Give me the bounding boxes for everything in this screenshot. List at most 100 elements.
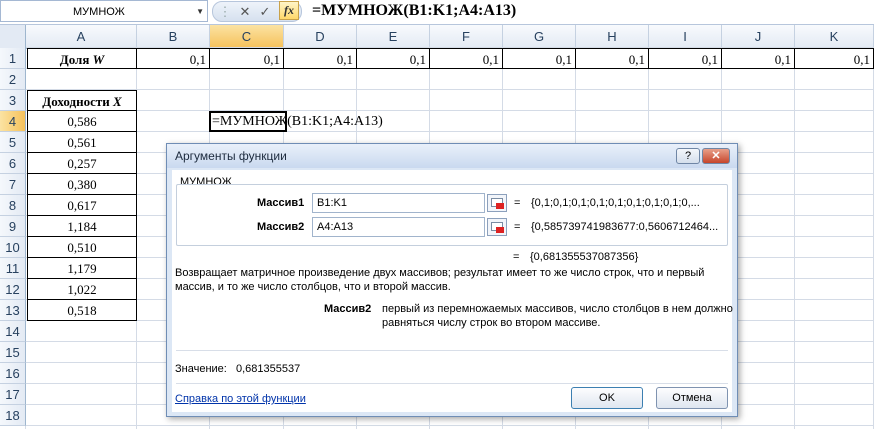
- help-link[interactable]: Справка по этой функции: [175, 393, 306, 405]
- gridline: [26, 425, 874, 426]
- cell-weight[interactable]: 0,1: [357, 48, 430, 69]
- row-header-10[interactable]: 10: [0, 237, 26, 258]
- help-button[interactable]: ?: [676, 148, 700, 164]
- row-header-6[interactable]: 6: [0, 153, 26, 174]
- ok-button[interactable]: OK: [571, 387, 643, 409]
- gridline: [794, 48, 795, 429]
- row-header-1[interactable]: 1: [0, 48, 26, 69]
- cell-return[interactable]: 0,380: [27, 174, 137, 195]
- row-header-9[interactable]: 9: [0, 216, 26, 237]
- divider: [176, 383, 728, 384]
- cell-a1[interactable]: Доля W: [27, 48, 137, 69]
- column-header-f[interactable]: F: [430, 25, 503, 48]
- column-header-e[interactable]: E: [357, 25, 430, 48]
- cancel-button[interactable]: Отмена: [656, 387, 728, 409]
- cell-weight[interactable]: 0,1: [576, 48, 649, 69]
- row-header-2[interactable]: 2: [0, 69, 26, 90]
- cell-weight[interactable]: 0,1: [503, 48, 576, 69]
- description-line2: массив, и то же число столбцов, что и вт…: [175, 281, 451, 293]
- cell-return[interactable]: 0,617: [27, 195, 137, 216]
- cell-weight[interactable]: 0,1: [137, 48, 210, 69]
- column-header-d[interactable]: D: [284, 25, 357, 48]
- column-header-a[interactable]: A: [26, 25, 137, 48]
- arg1-input[interactable]: B1:K1: [312, 193, 485, 213]
- result-value: {0,681355537087356}: [530, 251, 639, 263]
- row-header-14[interactable]: 14: [0, 321, 26, 342]
- insert-function-button[interactable]: fx: [279, 1, 299, 20]
- row-header-15[interactable]: 15: [0, 342, 26, 363]
- active-cell-c4[interactable]: =МУМНОЖ(B1:K1;A4:A13): [209, 111, 383, 132]
- arg2-result: {0,585739741983677:0,5606712464...: [531, 221, 719, 233]
- cell-weight[interactable]: 0,1: [722, 48, 795, 69]
- arguments-group: Массив1 B1:K1 = {0,1;0,1;0,1;0,1;0,1;0,1…: [176, 184, 728, 246]
- row-header-16[interactable]: 16: [0, 363, 26, 384]
- row-header-18[interactable]: 18: [0, 405, 26, 426]
- gridline: [26, 89, 874, 90]
- arg2-label: Массив2: [257, 221, 305, 233]
- cell-return[interactable]: 0,561: [27, 132, 137, 153]
- cell-return[interactable]: 1,184: [27, 216, 137, 237]
- cell-weight[interactable]: 0,1: [284, 48, 357, 69]
- chevron-down-icon[interactable]: ▼: [196, 1, 204, 23]
- dialog-titlebar: Аргументы функции ? ✕: [167, 144, 737, 168]
- arg2-input[interactable]: A4:A13: [312, 217, 485, 237]
- cell-weight[interactable]: 0,1: [795, 48, 874, 69]
- formula-input[interactable]: =МУМНОЖ(B1:K1;A4:A13): [312, 0, 516, 24]
- cell-a3-var: X: [113, 94, 122, 109]
- cell-return[interactable]: 0,510: [27, 237, 137, 258]
- column-header-g[interactable]: G: [503, 25, 576, 48]
- column-header-b[interactable]: B: [137, 25, 210, 48]
- cell-return[interactable]: 1,179: [27, 258, 137, 279]
- row-header-5[interactable]: 5: [0, 132, 26, 153]
- arg-help-line1: первый из перемножаемых массивов, число …: [382, 303, 733, 315]
- collapse-dialog-icon[interactable]: [487, 194, 507, 212]
- row-header-4[interactable]: 4: [0, 111, 26, 132]
- gridline: [26, 110, 874, 111]
- cell-return[interactable]: 1,022: [27, 279, 137, 300]
- name-box[interactable]: МУМНОЖ ▼: [0, 0, 208, 22]
- column-header-i[interactable]: I: [649, 25, 722, 48]
- row-header-11[interactable]: 11: [0, 258, 26, 279]
- column-header-h[interactable]: H: [576, 25, 649, 48]
- cell-weight[interactable]: 0,1: [649, 48, 722, 69]
- select-all-corner[interactable]: [0, 25, 26, 48]
- description-line1: Возвращает матричное произведение двух м…: [175, 267, 705, 279]
- value-label: Значение:: [175, 363, 227, 375]
- row-header-8[interactable]: 8: [0, 195, 26, 216]
- column-header-j[interactable]: J: [722, 25, 795, 48]
- cell-a1-var: W: [92, 52, 105, 67]
- row-header-12[interactable]: 12: [0, 279, 26, 300]
- cell-a3-text: Доходности: [42, 94, 114, 109]
- row-header-7[interactable]: 7: [0, 174, 26, 195]
- arg-help-name: Массив2: [324, 303, 372, 315]
- column-header-c[interactable]: C: [210, 25, 284, 48]
- arg1-equals: =: [514, 197, 521, 209]
- grip-icon: ⋮: [218, 4, 232, 19]
- cell-a3[interactable]: Доходности X: [27, 90, 137, 111]
- cell-return[interactable]: 0,518: [27, 300, 137, 321]
- check-icon[interactable]: ✓: [255, 2, 275, 22]
- cell-return[interactable]: 0,257: [27, 153, 137, 174]
- formula-bar: МУМНОЖ ▼ ⋮ ✕ ✓ fx =МУМНОЖ(B1:K1;A4:A13): [0, 0, 874, 25]
- dialog-title: Аргументы функции: [175, 149, 287, 163]
- cell-return[interactable]: 0,586: [27, 111, 137, 132]
- column-header-bar: ABCDEFGHIJK: [0, 25, 874, 49]
- arg2-equals: =: [514, 221, 521, 233]
- arg1-label: Массив1: [257, 197, 305, 209]
- row-header-17[interactable]: 17: [0, 384, 26, 405]
- close-icon[interactable]: ✕: [235, 2, 255, 22]
- dialog-body: МУМНОЖ Массив1 B1:K1 = {0,1;0,1;0,1;0,1;…: [172, 170, 733, 412]
- divider: [176, 350, 728, 351]
- cell-weight[interactable]: 0,1: [210, 48, 284, 69]
- arg1-result: {0,1;0,1;0,1;0,1;0,1;0,1;0,1;0,1;0,...: [531, 197, 700, 209]
- result-equals: =: [513, 251, 520, 263]
- collapse-dialog-icon[interactable]: [487, 218, 507, 236]
- function-arguments-dialog: Аргументы функции ? ✕ МУМНОЖ Массив1 B1:…: [166, 143, 738, 417]
- row-header-3[interactable]: 3: [0, 90, 26, 111]
- column-header-k[interactable]: K: [795, 25, 874, 48]
- name-box-value: МУМНОЖ: [73, 6, 125, 18]
- cell-weight[interactable]: 0,1: [430, 48, 503, 69]
- close-button[interactable]: ✕: [702, 148, 730, 164]
- row-header-13[interactable]: 13: [0, 300, 26, 321]
- gridline: [26, 131, 874, 132]
